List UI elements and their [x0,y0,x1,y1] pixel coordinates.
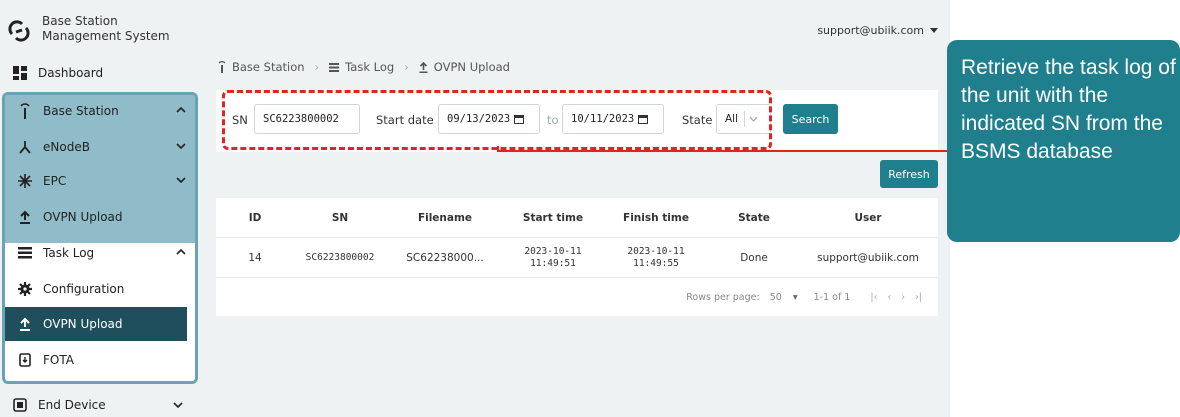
sidebar-item-task-log[interactable]: Task Log [5,236,195,270]
device-icon [12,397,28,413]
sidebar-item-label: FOTA [43,353,74,367]
column-header-finish-time[interactable]: Finish time [602,212,710,224]
breadcrumb-task-log[interactable]: Task Log [345,60,394,74]
cell-state: Done [740,251,768,264]
column-header-filename[interactable]: Filename [386,212,504,224]
sidebar-item-label: Configuration [43,282,125,296]
breadcrumb-base-station[interactable]: Base Station [232,60,305,74]
chevron-down-icon [176,177,186,184]
column-header-start-time[interactable]: Start time [504,212,602,224]
column-header-state[interactable]: State [710,212,798,224]
annotation-text: Retrieve the task log of the unit with t… [961,56,1176,163]
brand: Base Station Management System [8,14,182,44]
upload-icon [17,316,33,332]
last-page-icon[interactable]: ›| [915,292,922,303]
rows-per-page-value: 50 [769,291,782,303]
rows-per-page-label: Rows per page: [686,291,760,303]
column-header-sn[interactable]: SN [294,212,386,224]
breadcrumb-ovpn-upload: OVPN Upload [433,60,510,74]
list-icon [329,62,340,72]
breadcrumb: Base Station › Task Log › OVPN Upload [218,60,510,74]
upload-icon [419,61,428,73]
network-icon [17,139,33,155]
first-page-icon[interactable]: |‹ [870,292,877,303]
sidebar-item-end-device[interactable]: End Device [0,392,198,417]
sidebar-item-label: Task Log [43,246,95,260]
sidebar-item-ovpn-upload[interactable]: OVPN Upload [5,200,195,234]
sidebar-item-label: OVPN Upload [43,210,123,224]
table-pagination: Rows per page: 50 ▾ 1-1 of 1 |‹ ‹ › ›| [216,278,938,316]
search-button[interactable]: Search [783,104,838,134]
cell-finish-time: 2023-10-11 11:49:55 [602,246,710,270]
column-header-id[interactable]: ID [216,212,294,224]
chevron-down-icon [176,143,186,150]
start-clock: 11:49:51 [530,257,576,269]
list-icon [17,245,33,261]
sidebar-item-configuration[interactable]: Configuration [5,272,187,306]
chevron-up-icon [176,248,186,255]
breadcrumb-separator: › [314,60,320,74]
sidebar-item-label: Dashboard [38,66,104,80]
previous-page-icon[interactable]: ‹ [887,292,891,303]
antenna-icon [17,103,33,119]
upload-icon [17,209,33,225]
hub-icon [17,173,33,189]
sidebar-item-label: Base Station [43,104,119,118]
breadcrumb-separator: › [404,60,409,74]
user-email: support@ubiik.com [817,24,924,37]
cell-id: 14 [248,251,262,264]
sidebar-item-label: eNodeB [43,140,90,154]
dashboard-icon [12,65,28,81]
caret-down-icon [930,27,938,33]
user-menu[interactable]: support@ubiik.com [817,24,938,37]
sidebar-item-fota[interactable]: FOTA [5,343,187,377]
page-range: 1-1 of 1 [813,291,851,303]
antenna-icon [218,61,226,73]
sidebar-item-ovpn-upload-active[interactable]: OVPN Upload [5,307,187,341]
sidebar-item-enodeb[interactable]: eNodeB [5,130,195,164]
task-log-table: ID SN Filename Start time Finish time St… [216,198,938,316]
sidebar-item-base-station[interactable]: Base Station [5,94,195,128]
sidebar-item-dashboard[interactable]: Dashboard [0,56,198,90]
table-header: ID SN Filename Start time Finish time St… [216,198,938,238]
sidebar-item-epc[interactable]: EPC [5,164,195,198]
app-window: Base Station Management System Dashboard… [0,0,950,417]
chevron-up-icon [176,106,186,113]
sidebar: Base Station Management System Dashboard… [0,0,198,417]
chevron-down-icon [173,402,183,409]
highlight-box [222,90,772,150]
cell-sn: SC6223800002 [305,251,375,263]
annotation-callout: Retrieve the task log of the unit with t… [947,40,1180,242]
app-logo-icon [8,20,30,42]
finish-date: 2023-10-11 [627,245,685,257]
finish-clock: 11:49:55 [633,257,679,269]
sidebar-item-label: OVPN Upload [43,317,123,331]
start-date: 2023-10-11 [524,245,582,257]
firmware-icon [17,352,33,368]
caret-down-icon: ▾ [792,291,798,303]
cell-filename: SC62238000... [406,251,484,264]
table-row[interactable]: 14 SC6223800002 SC62238000... 2023-10-11… [216,238,938,278]
column-header-user[interactable]: User [798,212,938,224]
brand-title: Base Station Management System [42,14,170,43]
next-page-icon[interactable]: › [901,292,905,303]
sidebar-item-label: End Device [38,398,106,412]
refresh-button[interactable]: Refresh [880,160,938,188]
callout-connector-line [497,150,947,152]
cell-start-time: 2023-10-11 11:49:51 [504,246,602,270]
gear-icon [17,281,33,297]
rows-per-page-select[interactable]: 50 ▾ [770,292,798,303]
sidebar-item-label: EPC [43,174,67,188]
cell-user: support@ubiik.com [817,251,919,264]
